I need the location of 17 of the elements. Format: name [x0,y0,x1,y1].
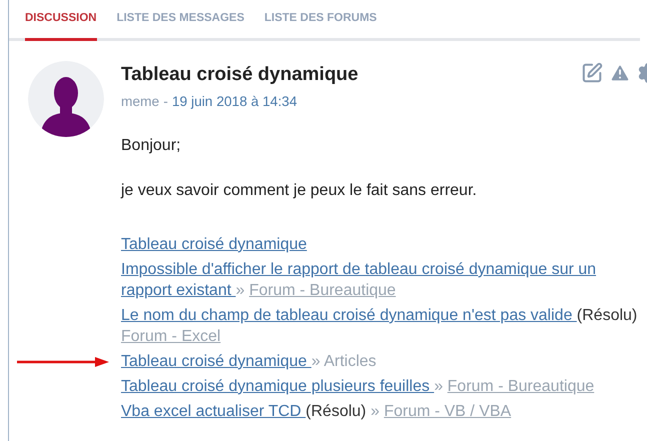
related-item[interactable]: Impossible d'afficher le rapport de tableau croisé dynamique sur un rapport existant » Forum - Bureautique [121,258,641,301]
related-item[interactable]: Tableau croisé dynamique plusieurs feuilles » Forum - Bureautique [121,376,641,397]
related-item[interactable]: Tableau croisé dynamique [121,234,641,255]
tab[interactable]: LISTE DES FORUMS [264,0,377,42]
meta-separator: - [163,93,168,112]
related-item[interactable]: Vba excel actualiser TCD (Résolu) » Forum - VB / VBA [121,400,641,422]
author-name[interactable]: meme [121,92,160,113]
post-paragraph: Bonjour; [121,136,182,156]
post-title: Tableau croisé dynamique [121,63,358,88]
avatar-icon [28,61,104,138]
post-date[interactable]: 19 juin 2018 à 14:34 [172,92,298,113]
related-item[interactable]: Tableau croisé dynamique » Articles [121,350,641,372]
tab[interactable]: LISTE DES MESSAGES [116,0,244,42]
post-paragraph: je veux savoir comment je peux le fait sans erreur. [121,180,478,201]
tab[interactable]: DISCUSSION [25,0,97,42]
edit-icon[interactable] [581,62,603,84]
related-item[interactable]: Le nom du champ de tableau croisé dynamique n'est pas valide (Résolu) Forum - Excel [121,304,641,347]
